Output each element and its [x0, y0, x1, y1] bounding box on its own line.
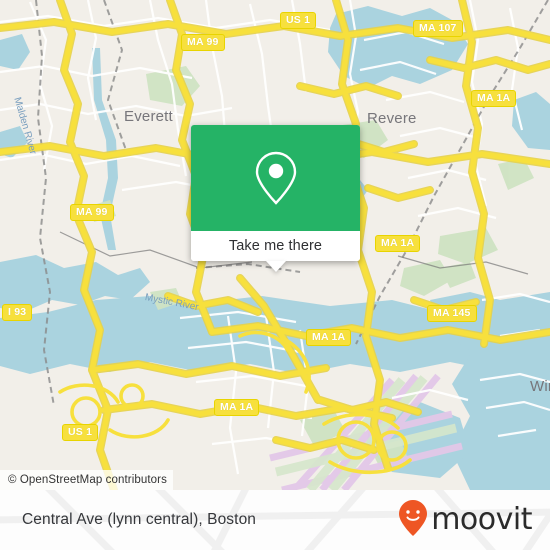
- moovit-brand[interactable]: moovit: [398, 490, 532, 550]
- moovit-wordmark: moovit: [431, 502, 532, 537]
- map-place-label: Everett: [124, 108, 173, 125]
- map-route-shield: I 93: [2, 304, 33, 321]
- map-route-shield: MA 107: [413, 20, 463, 37]
- map-route-shield: MA 1A: [471, 90, 517, 107]
- popup-image-area: [191, 125, 360, 231]
- map-route-shield: US 1: [62, 424, 99, 441]
- popup-action-bar[interactable]: Take me there: [191, 231, 360, 272]
- map-route-shield: MA 1A: [214, 399, 260, 416]
- map-pin-icon: [254, 150, 298, 206]
- map-route-shield: MA 145: [427, 305, 477, 322]
- moovit-map-screenshot: Everett Revere Win Malden River Mystic R…: [0, 0, 550, 550]
- take-me-there-label: Take me there: [228, 238, 323, 254]
- map-route-shield: MA 99: [70, 204, 114, 221]
- map-route-shield: MA 99: [181, 34, 225, 51]
- moovit-smiley-pin-icon: [398, 499, 428, 542]
- osm-attribution-text: © OpenStreetMap contributors: [8, 474, 167, 486]
- map-place-label: Revere: [367, 110, 417, 127]
- map-route-shield: US 1: [280, 12, 317, 29]
- map-route-shield: MA 1A: [306, 329, 352, 346]
- popup-pointer-tail: [265, 261, 286, 272]
- map-route-shield: MA 1A: [375, 235, 421, 252]
- map-canvas[interactable]: Everett Revere Win Malden River Mystic R…: [0, 0, 550, 490]
- footer-bar: Central Ave (lynn central), Boston moovi…: [0, 490, 550, 550]
- page-title: Central Ave (lynn central), Boston: [22, 511, 257, 528]
- map-place-label: Win: [530, 378, 550, 395]
- location-popup-card[interactable]: Take me there: [191, 125, 360, 272]
- osm-attribution[interactable]: © OpenStreetMap contributors: [0, 470, 173, 490]
